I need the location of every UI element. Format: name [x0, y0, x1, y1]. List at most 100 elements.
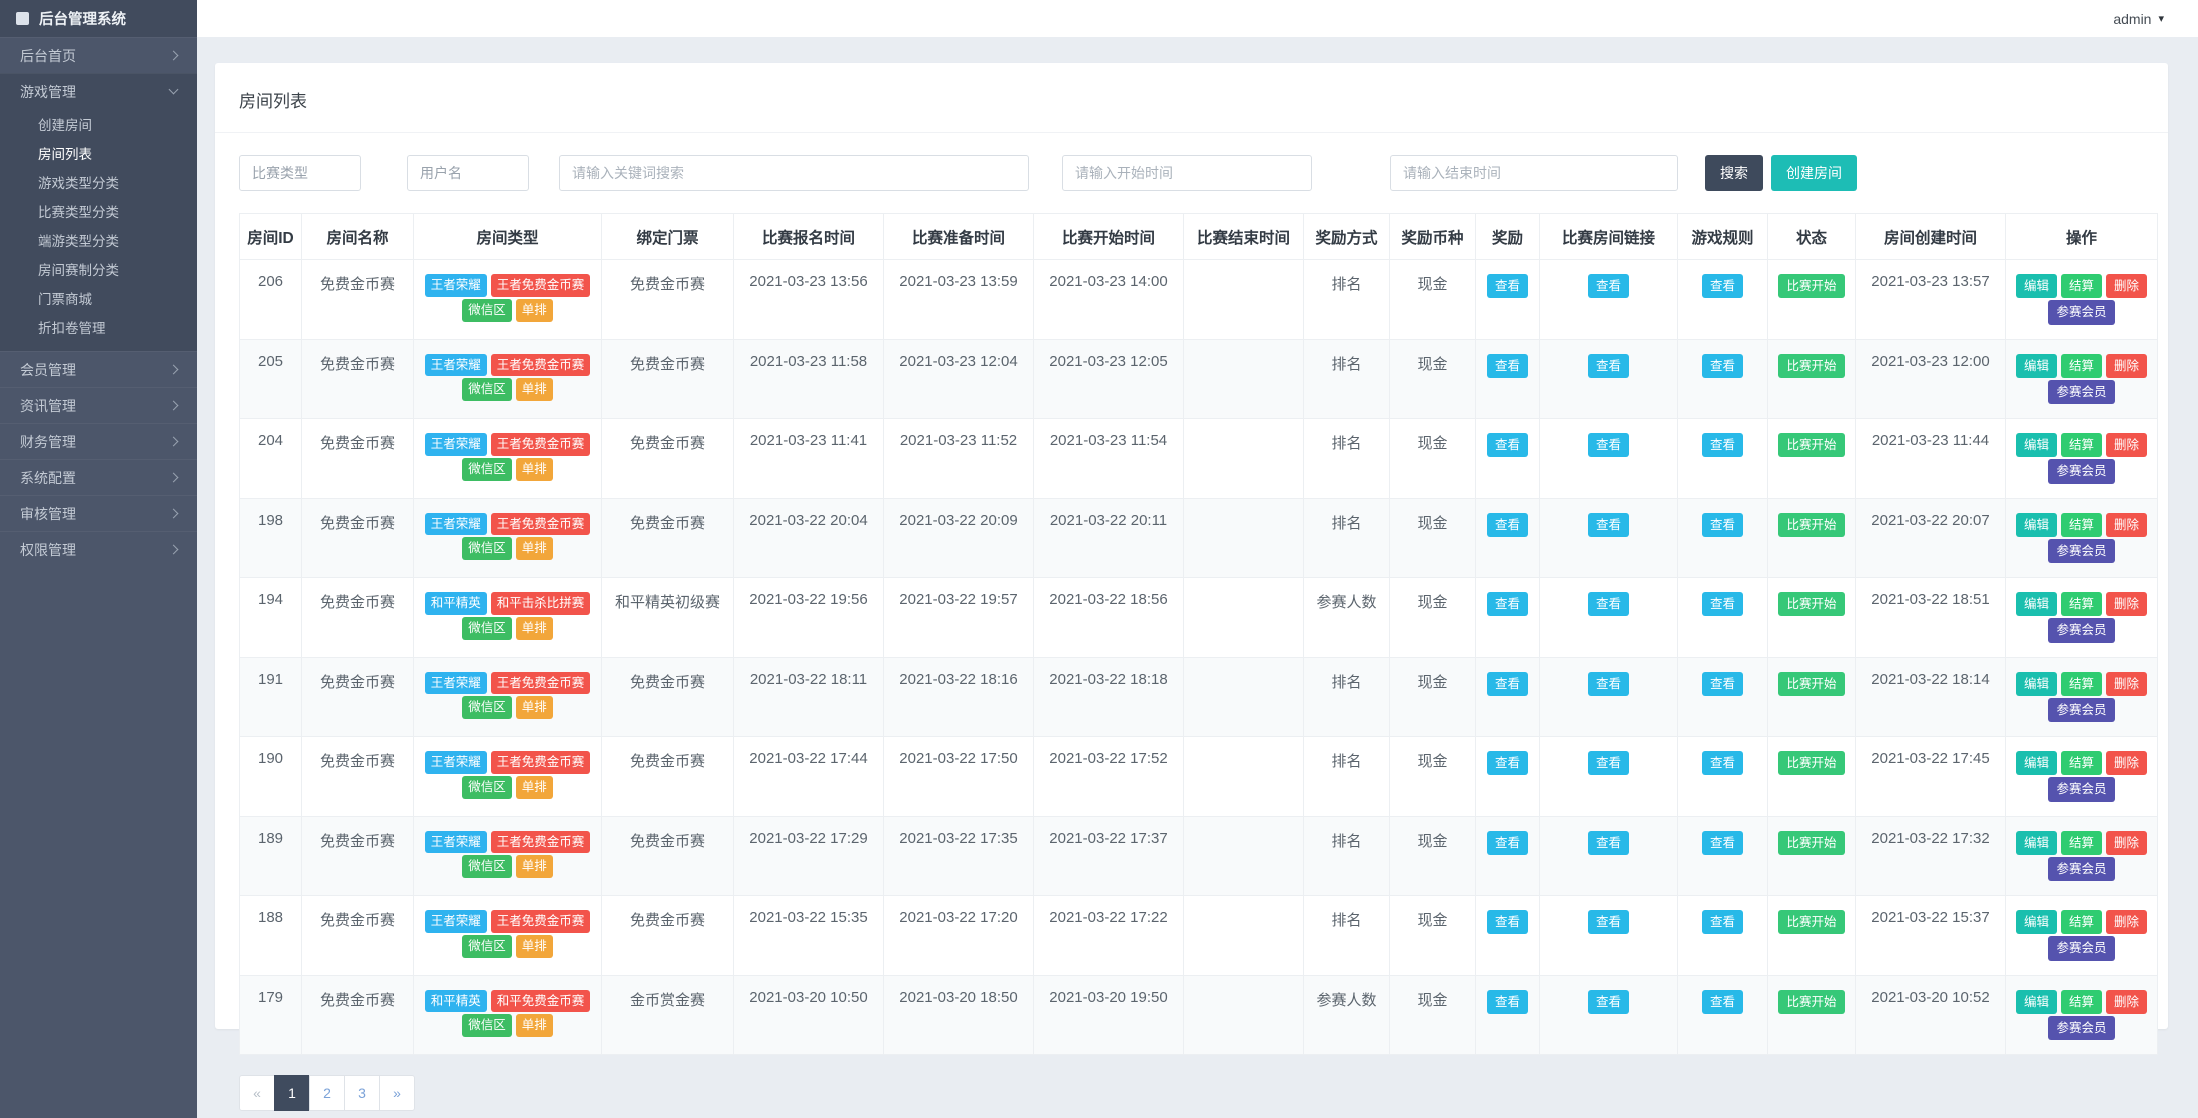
settle-button[interactable]: 结算	[2060, 433, 2102, 458]
keyword-input[interactable]	[559, 155, 1029, 191]
next-page-button[interactable]: »	[379, 1075, 415, 1111]
edit-button[interactable]: 编辑	[2015, 274, 2057, 299]
members-button[interactable]: 参赛会员	[2048, 856, 2115, 881]
rules-view-button[interactable]: 查看	[1701, 512, 1743, 537]
sidebar-subitem[interactable]: 比赛类型分类	[0, 198, 197, 227]
reward-view-button[interactable]: 查看	[1486, 830, 1528, 855]
settle-button[interactable]: 结算	[2060, 989, 2102, 1014]
reward-view-button[interactable]: 查看	[1486, 512, 1528, 537]
settle-button[interactable]: 结算	[2060, 671, 2102, 696]
sidebar-subitem[interactable]: 游戏类型分类	[0, 169, 197, 198]
edit-button[interactable]: 编辑	[2015, 751, 2057, 776]
status-badge[interactable]: 比赛开始	[1778, 592, 1845, 617]
room-link-view-button[interactable]: 查看	[1587, 910, 1629, 935]
room-link-view-button[interactable]: 查看	[1587, 592, 1629, 617]
edit-button[interactable]: 编辑	[2015, 592, 2057, 617]
sidebar-subitem[interactable]: 端游类型分类	[0, 227, 197, 256]
page-button[interactable]: 2	[309, 1075, 345, 1111]
delete-button[interactable]: 删除	[2106, 353, 2148, 378]
status-badge[interactable]: 比赛开始	[1778, 353, 1845, 378]
delete-button[interactable]: 删除	[2106, 751, 2148, 776]
settle-button[interactable]: 结算	[2060, 910, 2102, 935]
reward-view-button[interactable]: 查看	[1486, 671, 1528, 696]
delete-button[interactable]: 删除	[2106, 274, 2148, 299]
members-button[interactable]: 参赛会员	[2048, 1015, 2115, 1040]
status-badge[interactable]: 比赛开始	[1778, 274, 1845, 299]
room-link-view-button[interactable]: 查看	[1587, 433, 1629, 458]
edit-button[interactable]: 编辑	[2015, 989, 2057, 1014]
sidebar-item[interactable]: 会员管理	[0, 351, 197, 387]
rules-view-button[interactable]: 查看	[1701, 751, 1743, 776]
reward-view-button[interactable]: 查看	[1486, 751, 1528, 776]
settle-button[interactable]: 结算	[2060, 830, 2102, 855]
edit-button[interactable]: 编辑	[2015, 353, 2057, 378]
edit-button[interactable]: 编辑	[2015, 910, 2057, 935]
rules-view-button[interactable]: 查看	[1701, 592, 1743, 617]
room-link-view-button[interactable]: 查看	[1587, 751, 1629, 776]
sidebar-item[interactable]: 游戏管理	[0, 73, 197, 109]
sidebar-item[interactable]: 后台首页	[0, 37, 197, 73]
rules-view-button[interactable]: 查看	[1701, 671, 1743, 696]
sidebar-subitem[interactable]: 折扣卷管理	[0, 314, 197, 343]
page-button[interactable]: 1	[274, 1075, 310, 1111]
sidebar-subitem[interactable]: 房间列表	[0, 140, 197, 169]
sidebar-subitem[interactable]: 房间赛制分类	[0, 256, 197, 285]
create-room-button[interactable]: 创建房间	[1771, 155, 1857, 191]
edit-button[interactable]: 编辑	[2015, 512, 2057, 537]
status-badge[interactable]: 比赛开始	[1778, 671, 1845, 696]
sidebar-item[interactable]: 资讯管理	[0, 387, 197, 423]
edit-button[interactable]: 编辑	[2015, 671, 2057, 696]
rules-view-button[interactable]: 查看	[1701, 830, 1743, 855]
room-link-view-button[interactable]: 查看	[1587, 274, 1629, 299]
match-type-select[interactable]: 比赛类型	[239, 155, 361, 191]
members-button[interactable]: 参赛会员	[2048, 538, 2115, 563]
members-button[interactable]: 参赛会员	[2048, 618, 2115, 643]
delete-button[interactable]: 删除	[2106, 830, 2148, 855]
rules-view-button[interactable]: 查看	[1701, 910, 1743, 935]
status-badge[interactable]: 比赛开始	[1778, 830, 1845, 855]
status-badge[interactable]: 比赛开始	[1778, 433, 1845, 458]
start-time-input[interactable]	[1062, 155, 1312, 191]
members-button[interactable]: 参赛会员	[2048, 300, 2115, 325]
room-link-view-button[interactable]: 查看	[1587, 830, 1629, 855]
status-badge[interactable]: 比赛开始	[1778, 512, 1845, 537]
sidebar-subitem[interactable]: 门票商城	[0, 285, 197, 314]
settle-button[interactable]: 结算	[2060, 512, 2102, 537]
delete-button[interactable]: 删除	[2106, 512, 2148, 537]
members-button[interactable]: 参赛会员	[2048, 697, 2115, 722]
sidebar-item[interactable]: 系统配置	[0, 459, 197, 495]
settle-button[interactable]: 结算	[2060, 751, 2102, 776]
members-button[interactable]: 参赛会员	[2048, 777, 2115, 802]
delete-button[interactable]: 删除	[2106, 592, 2148, 617]
status-badge[interactable]: 比赛开始	[1778, 751, 1845, 776]
user-menu[interactable]: admin ▾	[2113, 11, 2164, 27]
sidebar-item[interactable]: 财务管理	[0, 423, 197, 459]
delete-button[interactable]: 删除	[2106, 989, 2148, 1014]
settle-button[interactable]: 结算	[2060, 353, 2102, 378]
reward-view-button[interactable]: 查看	[1486, 592, 1528, 617]
settle-button[interactable]: 结算	[2060, 274, 2102, 299]
members-button[interactable]: 参赛会员	[2048, 379, 2115, 404]
settle-button[interactable]: 结算	[2060, 592, 2102, 617]
status-badge[interactable]: 比赛开始	[1778, 989, 1845, 1014]
edit-button[interactable]: 编辑	[2015, 433, 2057, 458]
edit-button[interactable]: 编辑	[2015, 830, 2057, 855]
room-link-view-button[interactable]: 查看	[1587, 671, 1629, 696]
status-badge[interactable]: 比赛开始	[1778, 910, 1845, 935]
members-button[interactable]: 参赛会员	[2048, 459, 2115, 484]
rules-view-button[interactable]: 查看	[1701, 353, 1743, 378]
room-link-view-button[interactable]: 查看	[1587, 353, 1629, 378]
reward-view-button[interactable]: 查看	[1486, 433, 1528, 458]
reward-view-button[interactable]: 查看	[1486, 910, 1528, 935]
reward-view-button[interactable]: 查看	[1486, 353, 1528, 378]
search-button[interactable]: 搜索	[1705, 155, 1763, 191]
room-link-view-button[interactable]: 查看	[1587, 989, 1629, 1014]
sidebar-subitem[interactable]: 创建房间	[0, 111, 197, 140]
sidebar-item[interactable]: 权限管理	[0, 531, 197, 567]
reward-view-button[interactable]: 查看	[1486, 989, 1528, 1014]
end-time-input[interactable]	[1390, 155, 1678, 191]
delete-button[interactable]: 删除	[2106, 671, 2148, 696]
rules-view-button[interactable]: 查看	[1701, 274, 1743, 299]
sidebar-item[interactable]: 审核管理	[0, 495, 197, 531]
reward-view-button[interactable]: 查看	[1486, 274, 1528, 299]
